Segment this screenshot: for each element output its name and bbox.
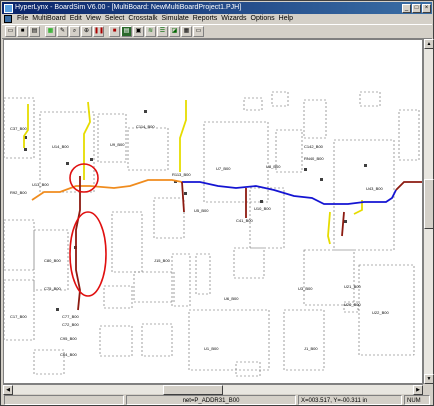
scope-icon[interactable]: ▤ — [121, 26, 132, 37]
traces — [23, 100, 422, 311]
status-num: NUM — [404, 395, 430, 405]
status-bar: net=P_ADDR31_B00 X=003.517, Y=-00.311 in… — [2, 395, 432, 406]
menu-select[interactable]: Select — [103, 14, 126, 24]
label-j15: J15_B00 — [154, 258, 171, 263]
close-button[interactable]: × — [422, 3, 431, 13]
scroll-up-icon[interactable]: ▲ — [424, 39, 434, 49]
label-c80: C80_B00 — [44, 258, 61, 263]
label-u6: U6_B00 — [224, 296, 239, 301]
reference-designators: C37_B00 U14_B00 U9_B00 C114_B00 U13_B00 … — [10, 124, 389, 357]
scroll-left-icon[interactable]: ◀ — [3, 385, 13, 395]
board-view: C37_B00 U14_B00 U9_B00 C114_B00 U13_B00 … — [4, 91, 422, 377]
label-c75: C75_B00 — [44, 286, 61, 291]
menu-edit[interactable]: Edit — [68, 14, 84, 24]
label-c77: C77_B00 — [62, 314, 79, 319]
menu-file[interactable]: File — [15, 14, 30, 24]
menu-simulate[interactable]: Simulate — [160, 14, 191, 24]
menu-reports[interactable]: Reports — [191, 14, 220, 24]
menu-view[interactable]: View — [84, 14, 103, 24]
board-icon[interactable]: ▦ — [45, 26, 56, 37]
horizontal-scroll-thumb[interactable] — [163, 385, 223, 395]
crosstalk-icon[interactable]: ≋ — [145, 26, 156, 37]
menu-help[interactable]: Help — [277, 14, 295, 24]
label-j1: J1_B00 — [304, 346, 318, 351]
label-u22: U22_B00 — [372, 310, 389, 315]
menu-multiboard[interactable]: MultiBoard — [30, 14, 67, 24]
label-c41: C41_B00 — [236, 218, 253, 223]
graph-icon[interactable]: ◪ — [169, 26, 180, 37]
vertical-scrollbar[interactable]: ▲ ▼ — [423, 39, 434, 384]
minimize-button[interactable]: _ — [402, 3, 411, 13]
title-bar: HyperLynx - BoardSim V6.00 - [MultiBoard… — [2, 2, 432, 14]
zoom-icon[interactable]: ⌕ — [69, 26, 80, 37]
app-window: HyperLynx - BoardSim V6.00 - [MultiBoard… — [0, 0, 434, 406]
label-u14: U14_B00 — [52, 144, 69, 149]
vertical-scroll-thumb[interactable] — [424, 179, 434, 229]
window-title: HyperLynx - BoardSim V6.00 - [MultiBoard… — [15, 4, 242, 11]
label-c64: C64_B00 — [60, 352, 77, 357]
horizontal-scrollbar[interactable]: ◀ ▶ — [3, 384, 423, 395]
label-r113: R113_B00 — [172, 172, 191, 177]
label-c37: C37_B00 — [10, 126, 27, 131]
save-icon[interactable]: ■ — [17, 26, 28, 37]
pause-icon[interactable]: ❚❚ — [93, 26, 104, 37]
maximize-button[interactable]: □ — [412, 3, 421, 13]
menu-crosstalk[interactable]: Crosstalk — [126, 14, 159, 24]
document-icon[interactable] — [4, 15, 12, 23]
label-c95: C95_B00 — [60, 336, 77, 341]
status-net: net=P_ADDR31_B00 — [126, 395, 296, 405]
label-c17: C17_B00 — [10, 314, 27, 319]
simulate-icon[interactable]: ▣ — [133, 26, 144, 37]
net-icon[interactable]: ✎ — [57, 26, 68, 37]
label-c72: C72_B00 — [62, 322, 79, 327]
label-u10: U10_B00 — [254, 206, 271, 211]
label-rn40: RN40_B00 — [304, 156, 324, 161]
scroll-right-icon[interactable]: ▶ — [413, 385, 423, 395]
menu-bar: File MultiBoard Edit View Select Crossta… — [2, 14, 432, 24]
label-u13: U13_B00 — [32, 182, 49, 187]
open-icon[interactable]: ▭ — [5, 26, 16, 37]
label-u5: U5_B00 — [194, 208, 209, 213]
label-u43: U43_B00 — [366, 186, 383, 191]
label-u20: U20_B00 — [344, 302, 361, 307]
label-c142: C142_B00 — [304, 144, 324, 149]
app-icon — [4, 3, 13, 13]
stackup-icon[interactable]: ☰ — [157, 26, 168, 37]
label-r92: R92_B00 — [10, 190, 27, 195]
label-c114: C114_B00 — [136, 124, 155, 129]
component-outlines — [4, 91, 420, 377]
label-u8: U8_B00 — [266, 164, 281, 169]
label-u7: U7_B00 — [216, 166, 231, 171]
board-canvas[interactable]: C37_B00 U14_B00 U9_B00 C114_B00 U13_B00 … — [3, 39, 423, 384]
stop-icon[interactable]: ■ — [109, 26, 120, 37]
zoom-fit-icon[interactable]: ⊕ — [81, 26, 92, 37]
label-u9: U9_B00 — [110, 142, 125, 147]
menu-options[interactable]: Options — [249, 14, 277, 24]
label-u1: U1_B00 — [204, 346, 219, 351]
label-u21: U21_B00 — [344, 284, 361, 289]
status-coords: X=003.517, Y=-00.311 in — [298, 395, 402, 405]
label-u3: U3_B00 — [298, 286, 313, 291]
print-icon[interactable]: ▤ — [29, 26, 40, 37]
toolbar: ▭ ■ ▤ ▦ ✎ ⌕ ⊕ ❚❚ ■ ▤ ▣ ≋ ☰ ◪ ▦ ▭ — [2, 24, 432, 39]
export-icon[interactable]: ▭ — [193, 26, 204, 37]
status-empty-left — [4, 395, 124, 405]
menu-wizards[interactable]: Wizards — [219, 14, 248, 24]
grid-icon[interactable]: ▦ — [181, 26, 192, 37]
scroll-down-icon[interactable]: ▼ — [424, 374, 434, 384]
